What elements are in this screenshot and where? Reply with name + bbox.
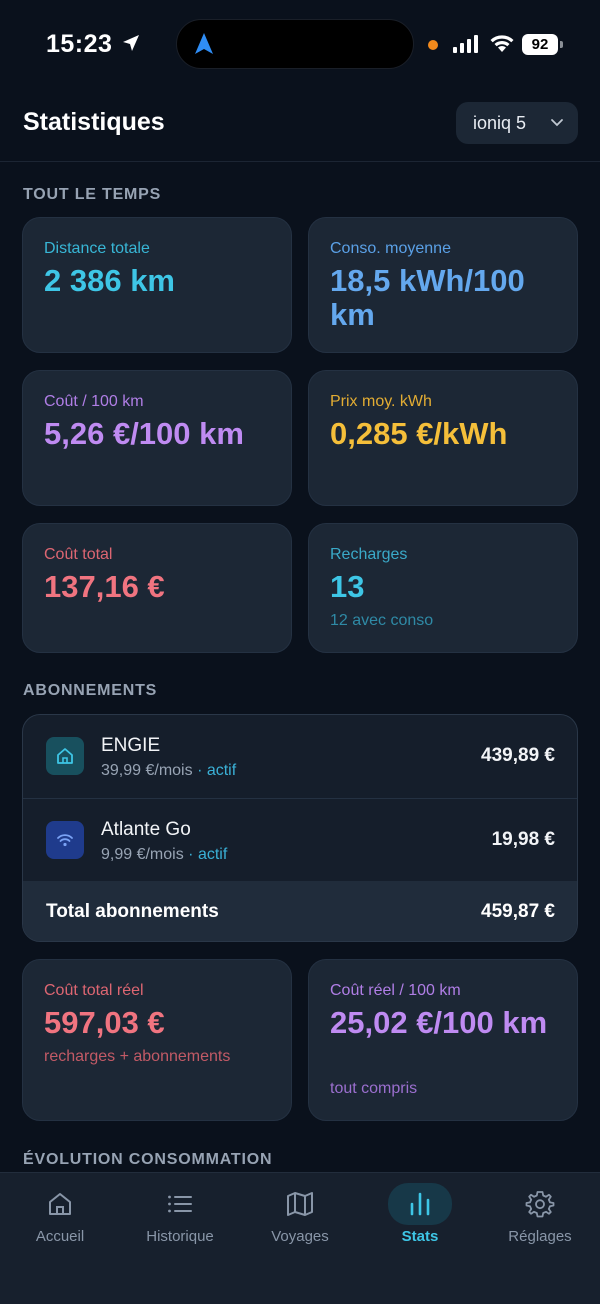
subscription-price: 9,99 €/mois · actif bbox=[101, 846, 227, 864]
map-icon bbox=[287, 1192, 313, 1216]
tab-reglages[interactable]: Réglages bbox=[480, 1173, 600, 1263]
subscription-row-atlante-go[interactable]: Atlante Go 9,99 €/mois · actif 19,98 € bbox=[23, 798, 577, 881]
tab-stats[interactable]: Stats bbox=[360, 1173, 480, 1263]
battery-indicator: 92 bbox=[522, 34, 558, 55]
tab-historique[interactable]: Historique bbox=[120, 1173, 240, 1263]
subscription-status: · actif bbox=[188, 846, 228, 863]
subscription-status: · actif bbox=[197, 762, 237, 779]
wifi-icon bbox=[490, 35, 514, 52]
stat-label: Conso. moyenne bbox=[330, 240, 451, 257]
stat-value: 13 bbox=[330, 569, 365, 604]
vehicle-selector[interactable]: ioniq 5 bbox=[456, 102, 578, 144]
stat-label: Prix moy. kWh bbox=[330, 393, 432, 410]
stat-label: Recharges bbox=[330, 546, 408, 563]
stat-value: 5,26 €/100 km bbox=[44, 416, 244, 451]
subscriptions-list: ENGIE 39,99 €/mois · actif 439,89 € Atla… bbox=[22, 714, 578, 942]
subscription-name: ENGIE bbox=[101, 735, 161, 756]
stat-value: 25,02 €/100 km bbox=[330, 1005, 548, 1040]
subscription-icon bbox=[46, 737, 84, 775]
chevron-down-icon bbox=[551, 119, 563, 127]
subscription-total: 439,89 € bbox=[481, 745, 555, 766]
stat-label: Coût total réel bbox=[44, 982, 144, 999]
dynamic-island bbox=[176, 19, 414, 69]
stat-sub: recharges + abonnements bbox=[44, 1048, 231, 1065]
bar-chart-icon bbox=[410, 1192, 430, 1216]
stat-card-avg-price: Prix moy. kWh 0,285 €/kWh bbox=[308, 370, 578, 506]
status-bar: 15:23 92 bbox=[0, 0, 600, 90]
subscription-name: Atlante Go bbox=[101, 819, 191, 840]
list-icon bbox=[168, 1195, 192, 1213]
stat-card-real-cost-per-100: Coût réel / 100 km 25,02 €/100 km tout c… bbox=[308, 959, 578, 1121]
tab-label: Historique bbox=[146, 1228, 214, 1245]
privacy-indicator bbox=[428, 40, 438, 50]
subscription-total: 19,98 € bbox=[491, 829, 555, 850]
section-label-all-time: TOUT LE TEMPS bbox=[23, 186, 162, 203]
battery-tip bbox=[560, 41, 563, 48]
stat-label: Coût total bbox=[44, 546, 113, 563]
stat-value: 18,5 kWh/100 km bbox=[330, 263, 525, 332]
stat-card-consumption: Conso. moyenne 18,5 kWh/100 km bbox=[308, 217, 578, 353]
cellular-signal-icon bbox=[453, 35, 478, 53]
tab-bar: Accueil Historique Voyages Stats Réglage… bbox=[0, 1172, 600, 1304]
stat-label: Distance totale bbox=[44, 240, 150, 257]
stat-card-distance: Distance totale 2 386 km bbox=[22, 217, 292, 353]
section-label-subscriptions: ABONNEMENTS bbox=[23, 682, 158, 699]
tab-voyages[interactable]: Voyages bbox=[240, 1173, 360, 1263]
tab-label: Stats bbox=[401, 1228, 439, 1245]
subscriptions-total-value: 459,87 € bbox=[481, 901, 555, 922]
stat-card-total-cost: Coût total 137,16 € bbox=[22, 523, 292, 653]
gear-icon bbox=[525, 1191, 555, 1218]
subscriptions-total-row: Total abonnements 459,87 € bbox=[23, 881, 577, 941]
stat-value: 2 386 km bbox=[44, 263, 175, 298]
vehicle-selector-value: ioniq 5 bbox=[473, 113, 527, 133]
home-icon bbox=[49, 1193, 71, 1215]
stat-card-charges: Recharges 13 12 avec conso bbox=[308, 523, 578, 653]
subscription-monthly-price: 9,99 €/mois bbox=[101, 846, 184, 863]
stat-label: Coût / 100 km bbox=[44, 393, 144, 410]
section-label-evolution: ÉVOLUTION CONSOMMATION bbox=[23, 1151, 273, 1168]
subscription-monthly-price: 39,99 €/mois bbox=[101, 762, 193, 779]
page-title: Statistiques bbox=[23, 108, 165, 136]
stat-label: Coût réel / 100 km bbox=[330, 982, 461, 999]
stat-value: 137,16 € bbox=[44, 569, 165, 604]
home-icon bbox=[57, 748, 73, 764]
stat-sub: 12 avec conso bbox=[330, 612, 434, 629]
stat-sub: tout compris bbox=[330, 1080, 418, 1097]
subscription-row-engie[interactable]: ENGIE 39,99 €/mois · actif 439,89 € bbox=[23, 715, 577, 798]
location-arrow-icon bbox=[123, 35, 139, 51]
subscription-icon bbox=[46, 821, 84, 859]
stat-card-cost-per-100: Coût / 100 km 5,26 €/100 km bbox=[22, 370, 292, 506]
wifi-icon bbox=[57, 834, 73, 847]
subscriptions-total-label: Total abonnements bbox=[46, 901, 219, 922]
tab-label: Voyages bbox=[271, 1228, 329, 1245]
tab-accueil[interactable]: Accueil bbox=[0, 1173, 120, 1263]
tab-label: Réglages bbox=[508, 1228, 572, 1245]
status-time: 15:23 bbox=[46, 30, 113, 58]
page-header: Statistiques ioniq 5 bbox=[0, 90, 600, 162]
stat-value: 0,285 €/kWh bbox=[330, 416, 508, 451]
navigation-arrow-icon bbox=[195, 33, 213, 54]
subscription-price: 39,99 €/mois · actif bbox=[101, 762, 236, 780]
stat-card-real-total-cost: Coût total réel 597,03 € recharges + abo… bbox=[22, 959, 292, 1121]
stat-value: 597,03 € bbox=[44, 1005, 165, 1040]
tab-label: Accueil bbox=[35, 1228, 85, 1245]
